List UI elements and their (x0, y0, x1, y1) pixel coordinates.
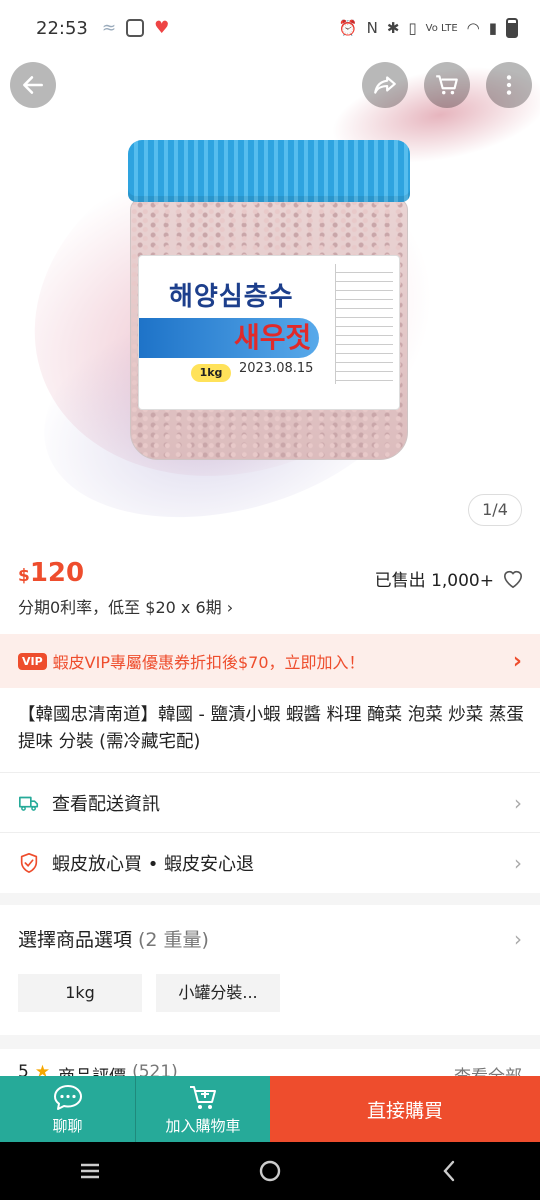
volte-icon: Vo LTE (425, 22, 458, 34)
system-nav-bar (0, 1142, 540, 1200)
label-weight: 1kg (191, 364, 231, 382)
share-icon (374, 76, 396, 94)
installment-link[interactable]: 分期0利率，低至 $20 x 6期 › (18, 594, 522, 618)
image-page-indicator: 1/4 (468, 494, 522, 526)
chevron-right-icon: › (514, 850, 522, 875)
status-time: 22:53 (36, 17, 88, 39)
arrow-left-icon (23, 76, 43, 94)
label-info-panel (335, 264, 393, 384)
sold-info: 已售出 1,000+ (375, 566, 524, 591)
cart-button[interactable] (424, 62, 470, 108)
home-icon[interactable] (256, 1157, 284, 1185)
back-nav-icon[interactable] (436, 1157, 464, 1185)
app-icon: ♥ (154, 18, 170, 38)
recents-icon[interactable] (76, 1157, 104, 1185)
vip-text: 蝦皮VIP專屬優惠券折扣後$70，立即加入！ (52, 653, 365, 672)
bottom-action-bar: 聊聊 加入購物車 直接購買 (0, 1076, 540, 1142)
buy-now-label: 直接購買 (366, 1099, 443, 1122)
section-divider (0, 1035, 540, 1049)
shipping-info-row[interactable]: 查看配送資訊 › (0, 772, 540, 832)
status-notification-icon: ≈ (101, 18, 117, 38)
price-amount: 120 (29, 558, 85, 588)
share-button[interactable] (362, 62, 408, 108)
add-to-cart-label: 加入購物車 (165, 1116, 241, 1135)
shield-icon (20, 852, 38, 873)
status-bar: 22:53 ≈ ♥ ⏰ N ✱ ▯ Vo LTE ◠ ▮ (0, 0, 540, 56)
bluetooth-icon: ✱ (386, 19, 400, 37)
add-to-cart-button[interactable]: 加入購物車 (135, 1076, 270, 1142)
sold-count: 已售出 1,000+ (374, 571, 494, 591)
add-cart-icon (190, 1085, 216, 1109)
cart-icon (436, 75, 458, 95)
option-chip-1kg[interactable]: 1kg (18, 974, 142, 1012)
label-title: 해양심층수 (169, 282, 294, 312)
signal-icon: ▮ (488, 19, 497, 37)
option-chips: 1kg 小罐分裝... (18, 974, 522, 1012)
vibrate-icon: ▯ (408, 19, 417, 37)
more-vertical-icon (506, 75, 512, 95)
label-name: 새우젓 (234, 321, 312, 354)
vip-badge: VIP (18, 652, 47, 670)
product-jar-image: 해양심층수 새우젓 1kg 2023.08.15 (128, 140, 410, 460)
chevron-right-icon: › (514, 790, 522, 815)
options-header[interactable]: 選擇商品選項 (2 重量) › (18, 925, 522, 952)
jar-label: 해양심층수 새우젓 1kg 2023.08.15 (138, 255, 400, 410)
chevron-right-icon: › (512, 648, 522, 674)
guarantee-label: 蝦皮放心買 • 蝦皮安心退 (52, 853, 255, 875)
jar-lid (128, 140, 410, 202)
chevron-right-icon: › (514, 926, 522, 951)
truck-icon (19, 796, 39, 811)
guarantee-row[interactable]: 蝦皮放心買 • 蝦皮安心退 › (0, 832, 540, 892)
shipping-label: 查看配送資訊 (52, 793, 160, 815)
chat-icon (53, 1084, 82, 1110)
vip-banner[interactable]: VIP 蝦皮VIP專屬優惠券折扣後$70，立即加入！ › (0, 634, 540, 688)
back-button[interactable] (10, 62, 56, 108)
heart-icon[interactable] (502, 569, 524, 589)
chat-button[interactable]: 聊聊 (0, 1076, 135, 1142)
nfc-icon: N (366, 19, 378, 37)
options-count: (2 重量) (138, 929, 209, 951)
alarm-icon: ⏰ (338, 19, 358, 37)
label-date: 2023.08.15 (239, 361, 314, 376)
media-icon (126, 19, 145, 37)
chat-label: 聊聊 (52, 1116, 83, 1135)
options-title: 選擇商品選項 (18, 929, 133, 951)
price-currency: $ (18, 566, 30, 586)
option-chip-small-jar[interactable]: 小罐分裝... (156, 974, 280, 1012)
more-options-button[interactable] (486, 62, 532, 108)
product-title: 【韓國忠清南道】韓國 - 鹽漬小蝦 蝦醬 料理 醃菜 泡菜 炒菜 蒸蛋 提味 分… (18, 705, 524, 752)
wifi-icon: ◠ (466, 19, 480, 37)
battery-icon (506, 18, 518, 38)
price-section: $120 分期0利率，低至 $20 x 6期 › 已售出 1,000+ (0, 540, 540, 628)
buy-now-button[interactable]: 直接購買 (270, 1076, 540, 1142)
section-divider (0, 893, 540, 905)
options-section[interactable]: 選擇商品選項 (2 重量) › 1kg 小罐分裝... (0, 905, 540, 1035)
